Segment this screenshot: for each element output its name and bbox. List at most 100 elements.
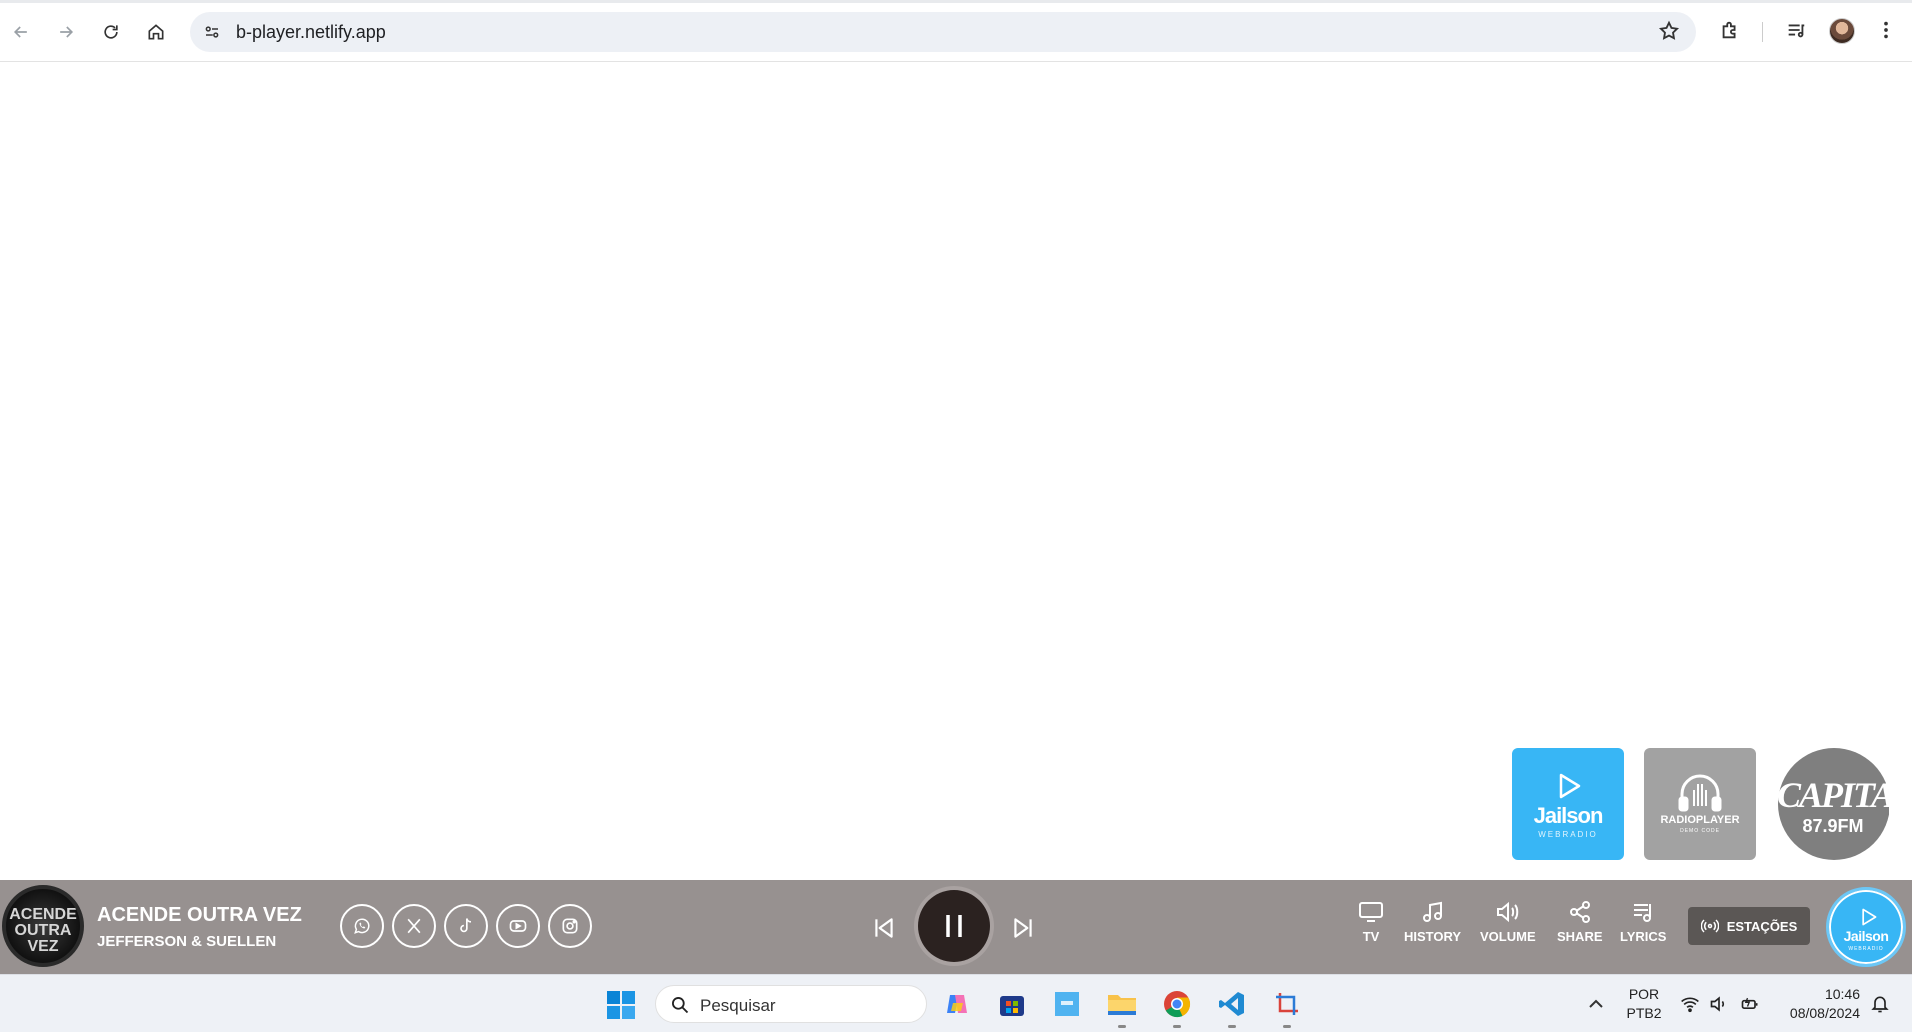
whatsapp-icon — [354, 918, 370, 934]
pause-button[interactable] — [918, 890, 990, 962]
history-label: HISTORY — [1404, 929, 1462, 944]
headphones-icon — [1678, 774, 1722, 812]
address-bar[interactable]: b-player.netlify.app — [190, 12, 1696, 52]
tv-label: TV — [1362, 929, 1380, 944]
forward-button[interactable] — [48, 14, 84, 50]
x-icon — [407, 918, 421, 934]
snipping-tool-icon — [1276, 993, 1298, 1015]
x-button[interactable] — [392, 904, 436, 948]
stations-button[interactable]: ESTAÇÕES — [1688, 907, 1810, 945]
pause-icon — [946, 915, 962, 937]
play-icon — [1559, 773, 1581, 799]
current-station-name: Jailson — [1843, 928, 1889, 944]
reload-button[interactable] — [93, 14, 129, 50]
chevron-up-icon[interactable] — [1587, 995, 1605, 1013]
volume-icon — [1496, 901, 1519, 923]
profile-avatar[interactable] — [1829, 18, 1855, 44]
app-blue-icon — [1055, 992, 1079, 1016]
station-name: Jailson — [1533, 803, 1604, 828]
station-tile-radioplayer[interactable]: RADIOPLAYER DEMO CODE — [1644, 748, 1756, 860]
arrow-right-icon — [60, 26, 74, 38]
history-button[interactable]: HISTORY — [1404, 900, 1461, 944]
chrome-icon — [1164, 991, 1191, 1018]
lyrics-icon — [1634, 904, 1652, 922]
lang-line1: POR — [1628, 986, 1660, 1002]
wifi-icon[interactable] — [1680, 994, 1700, 1014]
running-indicator — [1173, 1025, 1181, 1028]
station-sub: WEBRADIO — [1538, 830, 1598, 839]
previous-track-icon[interactable] — [871, 915, 897, 941]
search-icon — [672, 997, 689, 1014]
taskbar-search[interactable]: Pesquisar — [655, 985, 927, 1023]
bookmark-star-icon[interactable] — [1658, 20, 1682, 44]
back-button[interactable] — [3, 14, 39, 50]
player-bar: ACENDE OUTRA VEZ ACENDE OUTRA VEZ JEFFER… — [0, 880, 1912, 974]
system-clock[interactable]: 10:46 08/08/2024 — [1776, 985, 1860, 1023]
arrow-left-icon — [13, 26, 27, 38]
station-tile-jailson[interactable]: Jailson WEBRADIO — [1512, 748, 1624, 860]
volume-button[interactable]: VOLUME — [1480, 900, 1536, 944]
lyrics-label: LYRICS — [1620, 929, 1667, 944]
cover-text: ACENDE OUTRA VEZ — [9, 906, 77, 955]
current-station-sub: WEBRADIO — [1848, 946, 1884, 952]
instagram-icon — [562, 918, 578, 934]
snipping-tool-app[interactable] — [1270, 987, 1304, 1021]
song-artist: JEFFERSON & SUELLEN — [97, 933, 277, 950]
search-placeholder: Pesquisar — [700, 996, 776, 1015]
tv-icon — [1359, 902, 1383, 922]
next-track-icon[interactable] — [1010, 915, 1036, 941]
windows-start-icon[interactable] — [605, 989, 637, 1021]
url-text[interactable]: b-player.netlify.app — [236, 22, 386, 43]
speaker-icon[interactable] — [1709, 994, 1729, 1014]
store-app[interactable] — [995, 987, 1029, 1021]
clock-time: 10:46 — [1824, 986, 1860, 1002]
station-name: CAPITAL — [1777, 775, 1889, 815]
whatsapp-button[interactable] — [340, 904, 384, 948]
battery-plug-icon[interactable] — [1740, 994, 1760, 1014]
current-station-logo[interactable]: Jailson WEBRADIO — [1826, 887, 1906, 967]
share-button[interactable]: SHARE — [1557, 900, 1603, 944]
share-icon — [1569, 901, 1590, 923]
lyrics-button[interactable]: LYRICS — [1620, 900, 1666, 944]
station-sub: 87.9FM — [1802, 816, 1864, 836]
song-title: ACENDE OUTRA VEZ — [97, 904, 302, 926]
running-indicator — [1118, 1025, 1126, 1028]
running-indicator — [1283, 1025, 1291, 1028]
vscode-app[interactable] — [1215, 987, 1249, 1021]
toolbar-separator — [1762, 22, 1763, 42]
broadcast-icon — [1700, 919, 1719, 933]
more-menu-icon[interactable] — [1872, 16, 1900, 44]
share-label: SHARE — [1557, 929, 1603, 944]
volume-label: VOLUME — [1480, 929, 1536, 944]
site-info-icon[interactable] — [200, 20, 224, 44]
taskbar: Pesquisar POR PTB2 10:46 08/08/2024 — [0, 974, 1912, 1032]
lang-line2: PTB2 — [1626, 1005, 1662, 1021]
folder-icon — [1108, 995, 1136, 1015]
station-tile-capital[interactable]: CAPITAL 87.9FM — [1777, 748, 1889, 860]
copilot-app[interactable] — [940, 987, 974, 1021]
extensions-icon[interactable] — [1716, 16, 1744, 44]
running-indicator — [1228, 1025, 1236, 1028]
notification-bell-icon[interactable] — [1870, 994, 1890, 1014]
copilot-icon — [947, 995, 967, 1013]
home-button[interactable] — [138, 14, 174, 50]
media-control-icon[interactable] — [1782, 16, 1810, 44]
album-cover: ACENDE OUTRA VEZ — [2, 885, 84, 967]
tiktok-button[interactable] — [444, 904, 488, 948]
youtube-icon — [509, 920, 527, 932]
store-icon — [1000, 996, 1024, 1016]
tiktok-icon — [460, 918, 472, 933]
station-name: RADIOPLAYER — [1660, 814, 1740, 826]
station-sub: DEMO CODE — [1680, 828, 1720, 834]
stations-label: ESTAÇÕES — [1726, 918, 1798, 934]
instagram-button[interactable] — [548, 904, 592, 948]
input-language[interactable]: POR PTB2 — [1620, 985, 1668, 1023]
chrome-app[interactable] — [1160, 987, 1194, 1021]
home-icon — [148, 24, 164, 40]
reload-icon — [104, 25, 118, 39]
file-explorer-app[interactable] — [1105, 987, 1139, 1021]
tv-button[interactable]: TV — [1358, 900, 1384, 944]
app-blue[interactable] — [1050, 987, 1084, 1021]
youtube-button[interactable] — [496, 904, 540, 948]
tab-strip — [0, 0, 1912, 3]
